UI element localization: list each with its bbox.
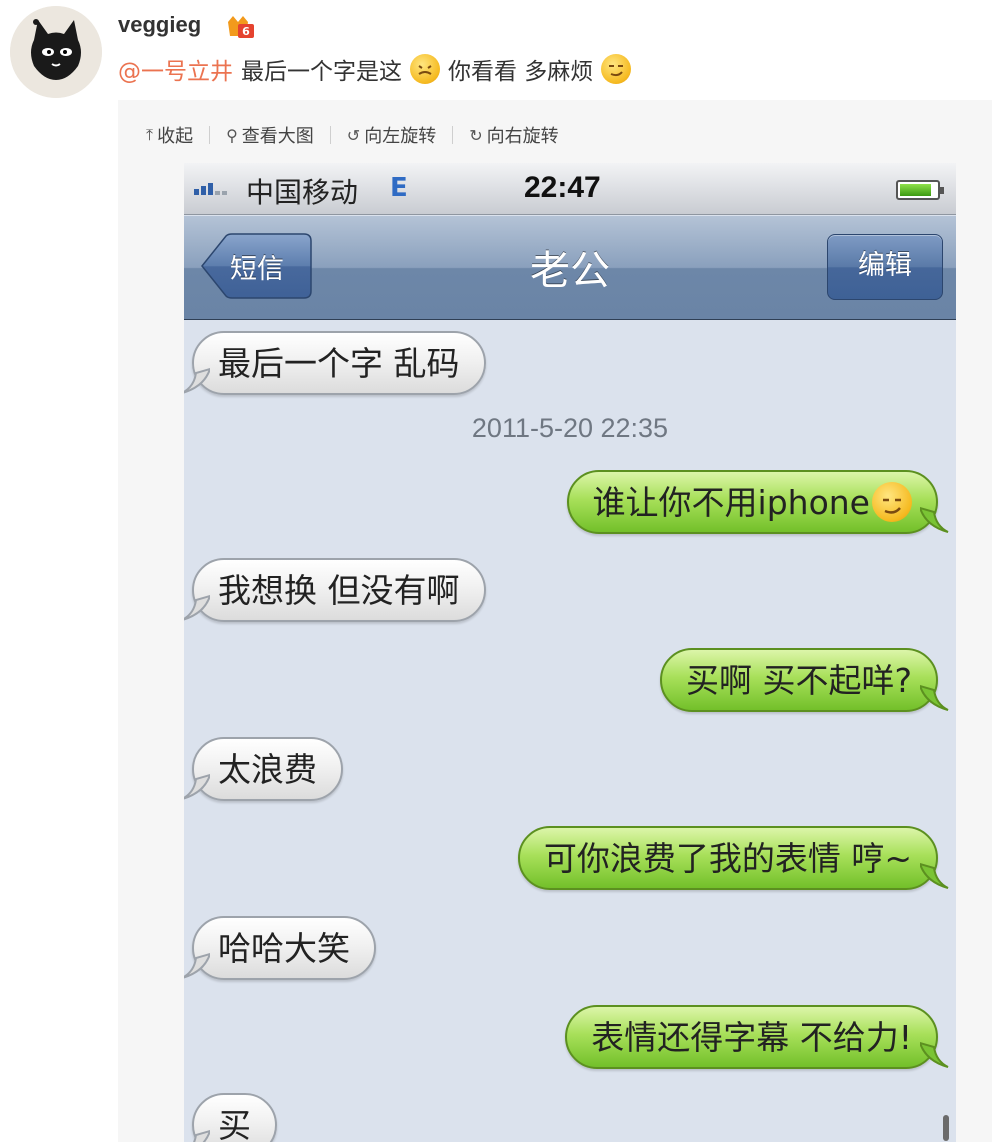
incoming-message[interactable]: 我想换 但没有啊 bbox=[184, 558, 486, 622]
post-text-part-1: 最后一个字是这 bbox=[241, 59, 402, 85]
outgoing-message[interactable]: 买啊 买不起咩? bbox=[659, 648, 949, 712]
bubble-tail-icon bbox=[920, 684, 949, 711]
outgoing-message[interactable]: 谁让你不用iphone bbox=[566, 470, 949, 534]
outgoing-message[interactable]: 可你浪费了我的表情 哼~ bbox=[517, 826, 949, 890]
signal-icon bbox=[194, 183, 227, 195]
message-text: 最后一个字 乱码 bbox=[218, 344, 460, 383]
collapse-label: 收起 bbox=[157, 126, 194, 147]
toolbar-divider bbox=[209, 126, 211, 144]
battery-icon bbox=[896, 180, 944, 200]
message-text: 可你浪费了我的表情 哼~ bbox=[543, 839, 912, 878]
smirk-emoji-icon bbox=[601, 54, 632, 84]
rotate-right-button[interactable]: ↻ 向右旋转 bbox=[469, 122, 558, 148]
bubble-tail-icon bbox=[184, 367, 210, 394]
rotate-right-label: 向右旋转 bbox=[486, 126, 559, 147]
outgoing-message[interactable]: 表情还得字幕 不给力! bbox=[565, 1005, 949, 1069]
bubble-tail-icon bbox=[920, 862, 949, 889]
avatar[interactable] bbox=[10, 6, 102, 98]
svg-text:6: 6 bbox=[242, 25, 250, 38]
message-timestamp: 2011-5-20 22:35 bbox=[471, 413, 669, 443]
username[interactable]: veggieg bbox=[118, 12, 201, 38]
message-text: 谁让你不用iphone bbox=[592, 483, 870, 522]
vip-badge-icon: 6 bbox=[224, 12, 256, 40]
incoming-message[interactable]: 最后一个字 乱码 bbox=[184, 331, 486, 395]
bubble-tail-icon bbox=[920, 506, 949, 533]
bubble-tail-icon bbox=[184, 594, 210, 621]
message-text: 太浪费 bbox=[218, 750, 317, 789]
bubble-tail-icon bbox=[184, 952, 210, 979]
toolbar-divider bbox=[329, 126, 331, 144]
incoming-message[interactable]: 太浪费 bbox=[184, 737, 343, 801]
bubble-tail-icon bbox=[193, 1129, 210, 1142]
smirk-emoji-icon bbox=[872, 481, 912, 522]
upload-arrow-icon: ⤒ bbox=[146, 125, 154, 144]
bubble-tail-icon bbox=[920, 1041, 949, 1068]
rotate-right-icon: ↻ bbox=[469, 125, 483, 145]
incoming-message[interactable]: 哈哈大笑 bbox=[184, 916, 376, 980]
collapse-button[interactable]: ⤒ 收起 bbox=[146, 122, 193, 148]
scrollbar[interactable] bbox=[943, 1115, 949, 1141]
message-text: 买 bbox=[218, 1106, 251, 1142]
viewer-toolbar: ⤒ 收起 ⚲ 查看大图 ↺ 向左旋转 ↻ 向右旋转 bbox=[146, 122, 559, 148]
edit-button[interactable]: 编辑 bbox=[827, 234, 943, 300]
message-text: 买啊 买不起咩? bbox=[685, 661, 912, 700]
message-text: 哈哈大笑 bbox=[218, 929, 350, 968]
rotate-left-label: 向左旋转 bbox=[364, 126, 437, 147]
view-large-button[interactable]: ⚲ 查看大图 bbox=[226, 122, 314, 148]
black-cat-avatar-icon bbox=[10, 6, 102, 98]
post-text: @一号立井 最后一个字是这 你看看 多麻烦 bbox=[118, 52, 639, 86]
incoming-message[interactable]: 买 bbox=[192, 1093, 277, 1142]
navigation-bar: 短信 老公 编辑 bbox=[184, 216, 956, 320]
post-text-part-2: 你看看 多麻烦 bbox=[448, 59, 594, 85]
status-bar: 中国移动 E 22:47 bbox=[184, 163, 956, 215]
rotate-left-button[interactable]: ↺ 向左旋转 bbox=[347, 122, 436, 148]
bubble-tail-icon bbox=[184, 773, 210, 800]
network-type: E bbox=[390, 173, 408, 203]
status-time: 22:47 bbox=[524, 171, 601, 204]
message-text: 表情还得字幕 不给力! bbox=[591, 1018, 912, 1057]
view-large-label: 查看大图 bbox=[241, 126, 314, 147]
message-text: 我想换 但没有啊 bbox=[218, 571, 460, 610]
phone-screenshot[interactable]: 中国移动 E 22:47 短信 老公 编辑 2011-5-20 22:35 最后… bbox=[184, 163, 956, 1142]
toolbar-divider bbox=[452, 126, 454, 144]
mention-link[interactable]: @一号立井 bbox=[118, 52, 233, 86]
rotate-left-icon: ↺ bbox=[346, 125, 361, 145]
embarrassed-emoji-icon bbox=[410, 54, 440, 84]
search-icon: ⚲ bbox=[226, 125, 238, 145]
carrier-name: 中国移动 bbox=[246, 176, 359, 209]
